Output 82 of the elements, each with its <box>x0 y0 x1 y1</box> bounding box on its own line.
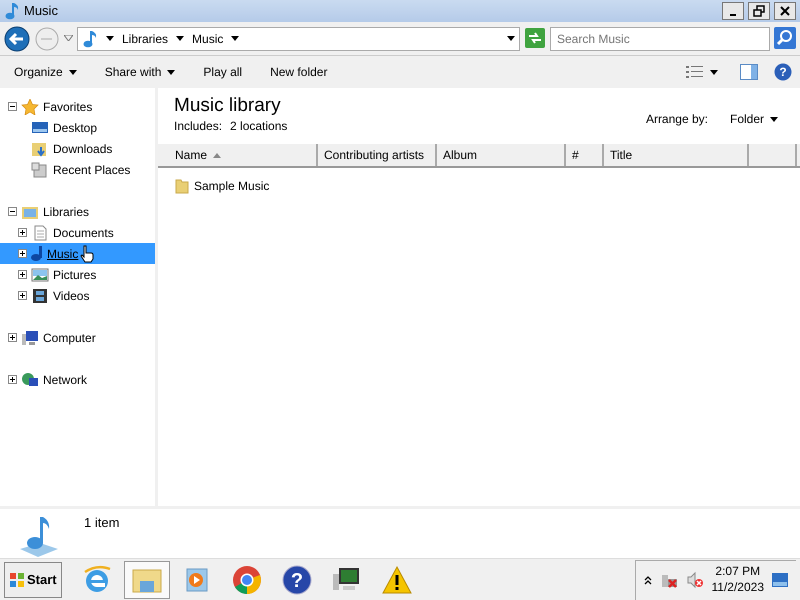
help-icon: ? <box>280 564 313 596</box>
restore-button[interactable] <box>748 2 770 20</box>
expand-icon[interactable] <box>18 270 27 279</box>
column-header[interactable]: Title <box>604 144 749 166</box>
arrange-by-label: Arrange by: <box>646 111 708 128</box>
chrome-icon <box>230 564 263 596</box>
nav-item[interactable]: Videos <box>0 285 155 306</box>
search-field[interactable]: Search Music <box>550 26 770 50</box>
column-header[interactable]: Name <box>158 144 318 166</box>
minimize-icon <box>730 14 736 16</box>
nav-item[interactable]: Desktop <box>0 117 155 138</box>
music-note-icon <box>31 246 43 261</box>
nav-item[interactable]: Music <box>0 243 155 264</box>
column-header[interactable]: # <box>566 144 604 166</box>
library-title: Music library <box>174 96 282 117</box>
network-icon <box>21 372 39 388</box>
breadcrumb[interactable]: Libraries <box>122 30 168 48</box>
breadcrumb[interactable]: Music <box>192 30 224 48</box>
music-note-icon <box>4 2 20 20</box>
expand-icon[interactable] <box>18 291 27 300</box>
nav-item[interactable]: Libraries <box>0 201 155 222</box>
search-button[interactable] <box>774 26 796 50</box>
show-desktop-icon[interactable] <box>772 573 788 587</box>
collapse-icon[interactable] <box>8 102 17 111</box>
clock-time[interactable]: 2:07 PM <box>712 564 764 580</box>
expand-icon[interactable] <box>18 249 27 258</box>
caret-icon <box>231 36 240 41</box>
address-field[interactable]: Libraries Music <box>77 26 520 50</box>
caret-icon <box>507 36 515 41</box>
column-header[interactable]: Contributing artists <box>318 144 437 166</box>
recent-places-icon <box>31 162 49 178</box>
computer-icon <box>21 330 39 346</box>
volume-muted-icon[interactable] <box>686 571 704 589</box>
nav-item[interactable]: Documents <box>0 222 155 243</box>
expand-icon[interactable] <box>8 333 17 342</box>
picture-icon <box>31 266 49 282</box>
chevron-up-icon[interactable] <box>644 575 652 585</box>
refresh-button[interactable] <box>524 26 546 50</box>
toolbar-button[interactable]: New folder <box>264 61 334 83</box>
file-name[interactable]: Sample Music <box>194 177 270 195</box>
desktop-icon <box>31 120 49 136</box>
caret-icon <box>770 116 778 122</box>
download-folder-icon <box>31 140 49 156</box>
close-button[interactable] <box>774 2 796 20</box>
help-icon[interactable]: ? <box>774 63 792 81</box>
taskbar-button[interactable]: ? <box>274 560 320 598</box>
minimize-button[interactable] <box>722 2 744 20</box>
nav-item[interactable]: Computer <box>0 327 155 348</box>
nav-item[interactable]: Downloads <box>0 138 155 159</box>
expand-icon[interactable] <box>18 228 27 237</box>
toolbar-button[interactable]: Play all <box>197 61 248 83</box>
nav-item[interactable]: Favorites <box>0 96 155 117</box>
locations-link[interactable]: 2 locations <box>230 116 288 135</box>
toolbar-button[interactable]: Share with <box>98 61 182 83</box>
includes-label: Includes: <box>174 118 222 135</box>
nav-item[interactable]: Pictures <box>0 264 155 285</box>
caret-icon <box>106 36 114 41</box>
close-icon <box>780 6 790 16</box>
nav-item[interactable]: Recent Places <box>0 159 155 180</box>
film-icon <box>31 288 49 304</box>
expand-icon[interactable] <box>8 375 17 384</box>
collapse-icon[interactable] <box>8 207 17 216</box>
start-button[interactable]: Start <box>4 562 62 598</box>
warning-icon <box>380 564 413 596</box>
restore-icon <box>753 5 765 17</box>
list-view-icon <box>686 65 704 79</box>
window-title: Music <box>24 2 58 20</box>
caret-icon <box>176 36 184 41</box>
item-count: 1 item <box>84 514 120 532</box>
back-button[interactable] <box>4 26 30 52</box>
arrange-by-dropdown[interactable]: Folder <box>724 108 784 130</box>
music-note-icon <box>82 30 98 48</box>
column-header[interactable]: Album <box>437 144 566 166</box>
nav-item[interactable]: Network <box>0 369 155 390</box>
clock-date[interactable]: 11/2/2023 <box>712 580 764 596</box>
star-icon <box>21 98 39 114</box>
preview-pane-icon[interactable] <box>740 64 758 80</box>
windows-logo-icon <box>9 572 25 588</box>
hand-cursor-icon <box>80 244 94 262</box>
caret-icon <box>710 70 718 74</box>
toolbar-button[interactable]: Organize <box>8 61 83 83</box>
caret-icon <box>64 35 73 42</box>
